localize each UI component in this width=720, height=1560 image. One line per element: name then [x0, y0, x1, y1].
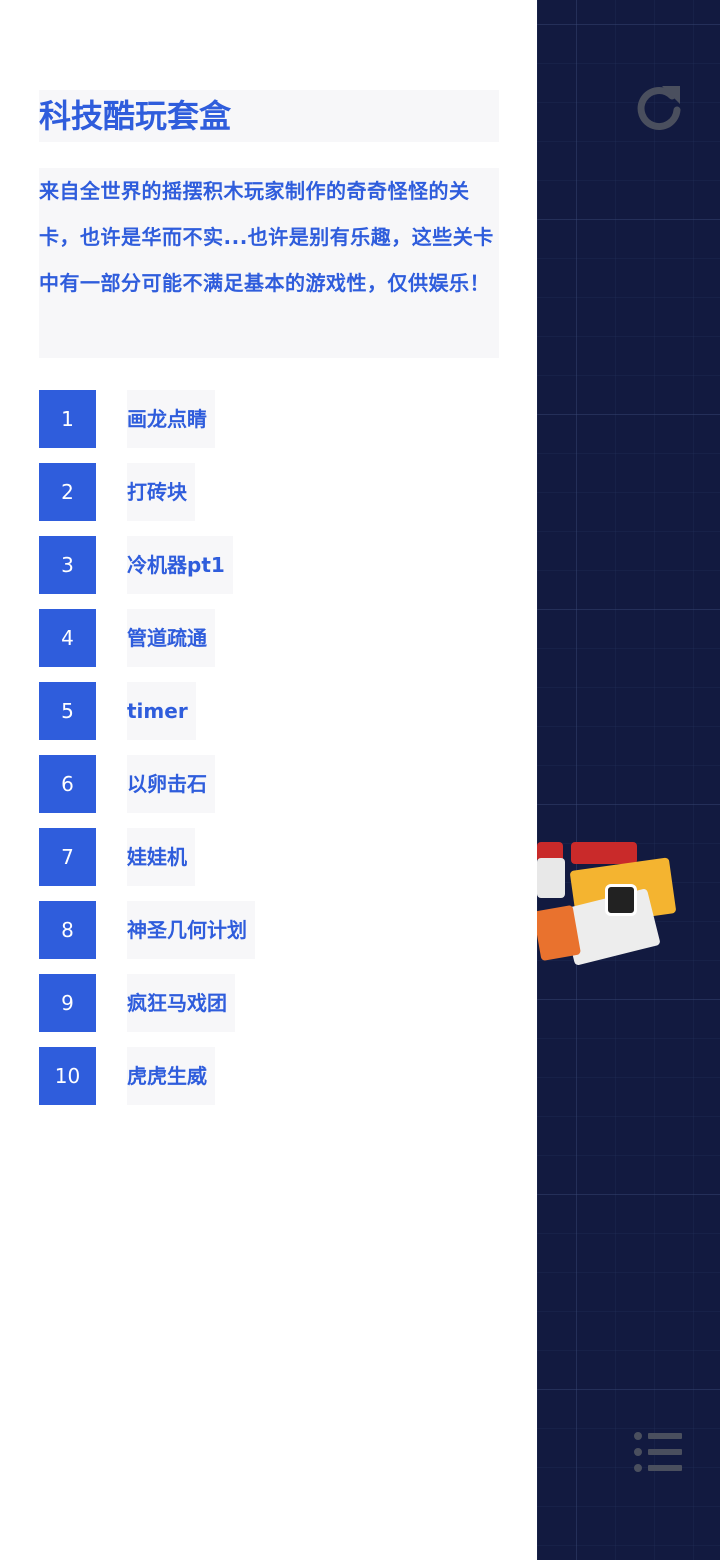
level-item-8[interactable]: 8 神圣几何计划: [39, 901, 499, 959]
reload-icon[interactable]: [632, 80, 686, 134]
level-item-5[interactable]: 5 timer: [39, 682, 499, 740]
level-number-badge: 8: [39, 901, 96, 959]
level-item-4[interactable]: 4 管道疏通: [39, 609, 499, 667]
level-name: 管道疏通: [127, 609, 215, 667]
level-item-6[interactable]: 6 以卵击石: [39, 755, 499, 813]
level-name: 以卵击石: [127, 755, 215, 813]
level-name: 画龙点睛: [127, 390, 215, 448]
level-item-1[interactable]: 1 画龙点睛: [39, 390, 499, 448]
level-list: 1 画龙点睛 2 打砖块 3 冷机器pt1 4 管道疏通 5 timer 6 以…: [39, 390, 499, 1120]
screen: 科技酷玩套盒 来自全世界的摇摆积木玩家制作的奇奇怪怪的关卡，也许是华而不实...…: [0, 0, 720, 1560]
level-number-badge: 7: [39, 828, 96, 886]
level-item-3[interactable]: 3 冷机器pt1: [39, 536, 499, 594]
drawer-description: 来自全世界的摇摆积木玩家制作的奇奇怪怪的关卡，也许是华而不实...也许是别有乐趣…: [39, 168, 499, 358]
level-drawer: 科技酷玩套盒 来自全世界的摇摆积木玩家制作的奇奇怪怪的关卡，也许是华而不实...…: [0, 0, 537, 1560]
level-item-9[interactable]: 9 疯狂马戏团: [39, 974, 499, 1032]
eye-block: [605, 884, 637, 916]
drawer-title: 科技酷玩套盒: [39, 90, 499, 142]
level-name: 神圣几何计划: [127, 901, 255, 959]
level-number-badge: 3: [39, 536, 96, 594]
level-item-7[interactable]: 7 娃娃机: [39, 828, 499, 886]
level-name: 虎虎生威: [127, 1047, 215, 1105]
level-number-badge: 10: [39, 1047, 96, 1105]
level-number-badge: 9: [39, 974, 96, 1032]
level-item-2[interactable]: 2 打砖块: [39, 463, 499, 521]
level-number-badge: 5: [39, 682, 96, 740]
level-number-badge: 2: [39, 463, 96, 521]
level-number-badge: 1: [39, 390, 96, 448]
level-name: timer: [127, 682, 196, 740]
toy-blocks-pile: [537, 838, 682, 978]
level-name: 娃娃机: [127, 828, 195, 886]
white-block: [537, 858, 565, 898]
level-item-10[interactable]: 10 虎虎生威: [39, 1047, 499, 1105]
level-number-badge: 4: [39, 609, 96, 667]
red-block: [571, 842, 637, 864]
list-menu-icon[interactable]: [632, 1430, 686, 1474]
game-canvas[interactable]: [537, 0, 720, 1560]
level-name: 疯狂马戏团: [127, 974, 235, 1032]
level-name: 冷机器pt1: [127, 536, 233, 594]
level-number-badge: 6: [39, 755, 96, 813]
level-name: 打砖块: [127, 463, 195, 521]
